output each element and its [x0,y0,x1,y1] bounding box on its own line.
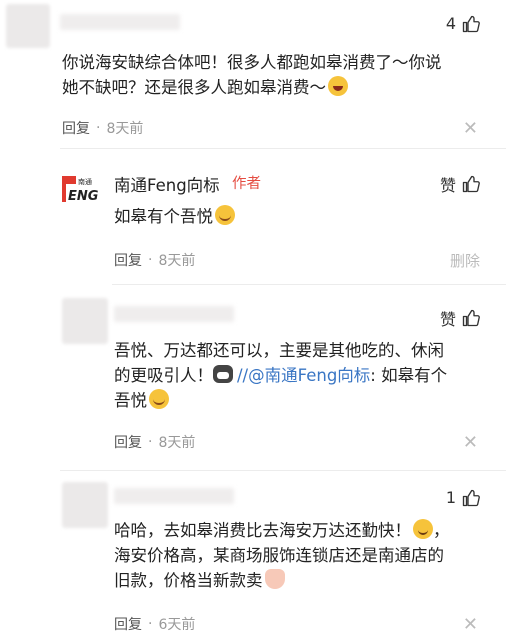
separator-dot: · [96,120,101,136]
close-icon[interactable]: ✕ [463,614,478,635]
comment-line: 的更吸引人！ //@南通Feng向标: 如皋有个 [114,363,494,388]
comment-line: 你说海安缺综合体吧！很多人都跑如皋消费了～你说 [62,53,442,72]
comment-text: 吾悦、万达都还可以，主要是其他吃的、休闲 的更吸引人！ //@南通Feng向标: … [114,338,494,413]
smile-emoji [413,519,433,539]
comment-meta: 回复 · 8天前 [114,432,195,452]
blush-emoji [149,389,169,409]
like-label: 赞 [439,310,456,329]
comment-text: 如皋有个吾悦 [114,204,235,229]
author-badge: 作者 [232,176,261,192]
like-button[interactable]: 赞 [440,172,480,196]
comment-text: 你说海安缺综合体吧！很多人都跑如皋消费了～你说 她不缺吧？还是很多人跑如皋消费～ [62,50,482,100]
username-blurred[interactable] [114,306,234,322]
hand-emoji [264,569,285,589]
timestamp: 8天前 [158,253,196,269]
reply-button[interactable]: 回复 [62,118,90,138]
timestamp: 8天前 [106,121,144,137]
divider [112,284,506,285]
like-label: 赞 [439,176,456,195]
logo-text: ENG [68,189,99,204]
laugh-emoji [328,76,348,96]
comment-line: 旧款，价格当新款卖 [114,571,263,590]
divider [60,148,506,149]
thumbs-up-icon [462,309,480,327]
comment-line: 如皋有个吾悦 [114,207,213,226]
like-button[interactable]: 赞 [440,306,480,330]
cat-emoji [213,365,233,383]
delete-button[interactable]: 删除 [450,250,480,271]
like-count: 4 [445,14,456,33]
thumbs-up-icon [462,489,480,506]
comment-fragment: ， [433,521,450,540]
avatar[interactable] [6,4,50,48]
close-icon[interactable]: ✕ [463,118,478,139]
reply-button[interactable]: 回复 [114,432,142,452]
author-name[interactable]: 南通Feng向标 [114,172,220,196]
comment-fragment: : 如皋有个 [370,366,448,385]
comment-line: 她不缺吧？还是很多人跑如皋消费～ [62,78,326,97]
comment-meta: 回复 · 8天前 [62,118,143,138]
mention-link[interactable]: //@南通Feng向标 [237,366,370,385]
like-count: 1 [445,488,456,507]
avatar[interactable] [62,298,108,344]
logo-subtext: 南通 [78,177,92,186]
comment-fragment: 的更吸引人！ [114,366,213,385]
separator-dot: · [148,616,153,632]
comment-line: 哈哈，去如皋消费比去海安万达还勤快！ [114,521,411,540]
like-button[interactable]: 1 [446,488,480,507]
comment-meta: 回复 · 6天前 [114,614,195,634]
brand-logo[interactable]: 南通 ENG [62,174,104,204]
separator-dot: · [148,252,153,268]
comment-meta: 回复 · 8天前 [114,250,195,270]
avatar[interactable] [62,482,108,528]
thumbs-up-icon [462,15,480,32]
comment-line: 海安价格高，某商场服饰连锁店还是南通店的 [114,546,444,565]
divider [60,470,506,471]
timestamp: 8天前 [158,435,196,451]
separator-dot: · [148,434,153,450]
username-blurred[interactable] [114,488,234,504]
comment-text: 哈哈，去如皋消费比去海安万达还勤快！ ， 海安价格高，某商场服饰连锁店还是南通店的… [114,518,494,593]
reply-button[interactable]: 回复 [114,250,142,270]
comment-line: 吾悦、万达都还可以，主要是其他吃的、休闲 [114,341,444,360]
comment-line: 吾悦 [114,391,147,410]
username-blurred[interactable] [60,14,180,30]
reply-button[interactable]: 回复 [114,614,142,634]
blush-emoji [215,205,235,225]
like-button[interactable]: 4 [446,14,480,33]
timestamp: 6天前 [158,617,196,633]
close-icon[interactable]: ✕ [463,432,478,453]
thumbs-up-icon [462,175,480,193]
